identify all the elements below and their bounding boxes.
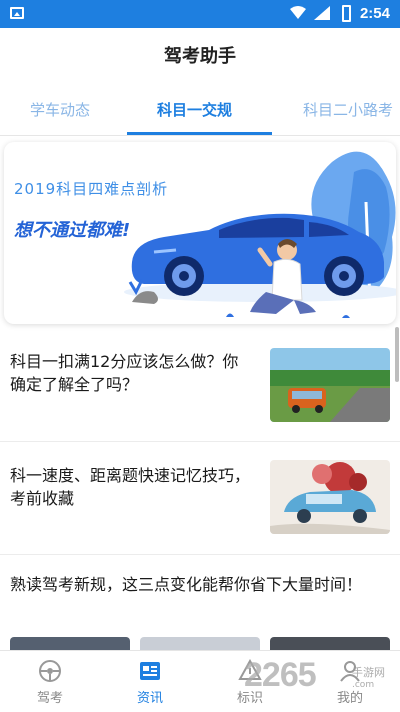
article-title: 科目一扣满12分应该怎么做？你确定了解全了吗？ [10,352,239,394]
nav-label: 资讯 [136,691,163,706]
tab-xueche-dongtai[interactable]: 学车动态 [30,99,90,120]
article-thumbnail [270,460,390,534]
site-watermark: 2265 手游网 .com [240,652,400,711]
battery-icon [342,5,351,22]
tab-kemu2-xiaolukao[interactable]: 科目二小路考 [303,99,393,120]
tab-kemu1-jiaogui[interactable]: 科目一交规 [157,99,232,120]
nav-jiakao[interactable]: 驾考 [0,651,100,712]
status-bar: 2:54 [0,0,400,28]
wifi-icon [290,6,306,19]
watermark-site: 手游网 [352,666,385,679]
page-title: 驾考助手 [164,46,236,67]
article-image-2 [140,637,260,650]
active-tab-indicator [127,132,272,135]
clock: 2:54 [359,5,390,22]
article-item[interactable]: 科一速度、距离题快速记忆技巧，考前收藏 [0,442,400,555]
watermark-number: 2265 [244,656,317,694]
article-image-1 [10,637,130,650]
signal-icon [314,6,330,20]
article-title: 科一速度、距离题快速记忆技巧，考前收藏 [10,466,251,508]
article-image-3 [270,637,390,650]
article-item[interactable]: 熟读驾考新规，这三点变化能帮你省下大量时间！ [0,555,400,650]
watermark-url: .com [352,680,375,690]
news-icon [140,662,160,680]
scrollbar[interactable] [395,327,399,382]
promo-banner[interactable]: 2019科目四难点剖析 想不通过都难! [4,142,396,324]
app-header: 驾考助手 [0,28,400,80]
article-item[interactable]: 科目一扣满12分应该怎么做？你确定了解全了吗？ [0,332,400,442]
article-thumbnail [270,348,390,422]
category-tabs: 学车动态 科目一交规 科目二小路考 [0,80,400,136]
steering-wheel-icon [39,660,61,682]
banner-headline: 2019科目四难点剖析 [14,180,169,198]
image-notification-icon [10,7,24,19]
article-title: 熟读驾考新规，这三点变化能帮你省下大量时间！ [10,575,363,594]
nav-zixun[interactable]: 资讯 [100,651,200,712]
nav-label: 驾考 [36,691,63,706]
banner-slogan: 想不通过都难! [14,220,131,241]
